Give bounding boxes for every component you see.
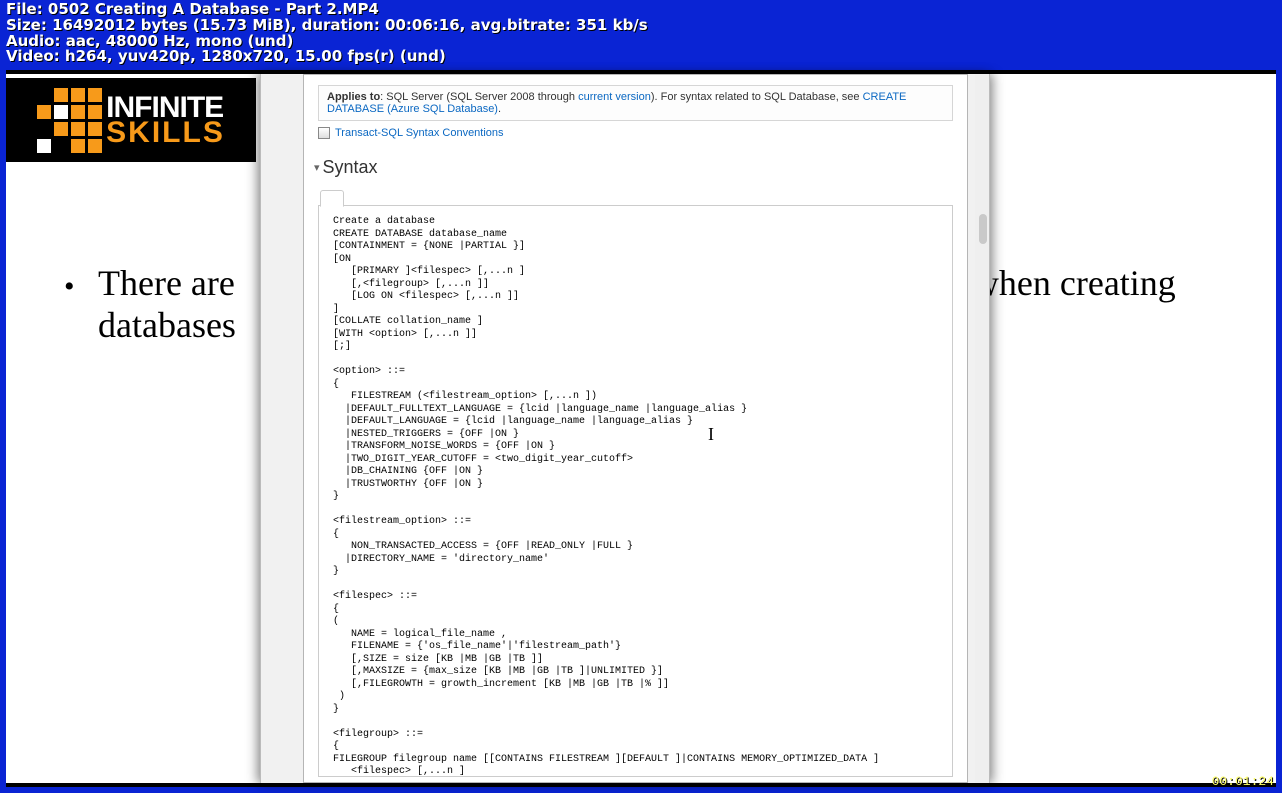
video-line: Video: h264, yuv420p, 1280x720, 15.00 fp… (6, 49, 648, 65)
syntax-heading[interactable]: Syntax (314, 157, 953, 178)
bullet-line1-left: There are (98, 263, 235, 303)
syntax-code-block[interactable]: Create a database CREATE DATABASE databa… (318, 205, 953, 777)
documentation-window[interactable]: Applies to: SQL Server (SQL Server 2008 … (260, 74, 990, 783)
document-icon (318, 127, 330, 139)
conventions-link[interactable]: Transact-SQL Syntax Conventions (335, 127, 504, 139)
applies-body1: : SQL Server (SQL Server 2008 through (380, 91, 578, 103)
code-tab-strip (318, 188, 953, 206)
code-tab[interactable] (320, 190, 344, 207)
applies-tail: . (498, 103, 501, 115)
bullet-line1-right: when creating (973, 263, 1176, 303)
timestamp-overlay: 00:01:24 (1212, 774, 1274, 789)
applies-to-box: Applies to: SQL Server (SQL Server 2008 … (318, 85, 953, 121)
documentation-page: Applies to: SQL Server (SQL Server 2008 … (303, 74, 968, 783)
applies-body2: ). For syntax related to SQL Database, s… (651, 91, 863, 103)
slide-background: INFINITE SKILLS • There are when creatin… (6, 74, 1276, 783)
text-cursor-icon: I (708, 424, 714, 445)
applies-link-current-version[interactable]: current version (578, 91, 651, 103)
bullet-dot-icon: • (64, 270, 75, 304)
video-frame: INFINITE SKILLS • There are when creatin… (6, 70, 1276, 787)
doc-scrollbar[interactable] (975, 74, 989, 783)
conventions-link-row[interactable]: Transact-SQL Syntax Conventions (318, 127, 953, 139)
logo-squares-icon (37, 88, 102, 153)
media-info-overlay: File: 0502 Creating A Database - Part 2.… (6, 2, 648, 65)
applies-label: Applies to (327, 91, 380, 103)
doc-scrollbar-thumb[interactable] (979, 214, 987, 244)
brand-logo: INFINITE SKILLS (6, 78, 256, 162)
logo-text-2: SKILLS (106, 120, 225, 146)
